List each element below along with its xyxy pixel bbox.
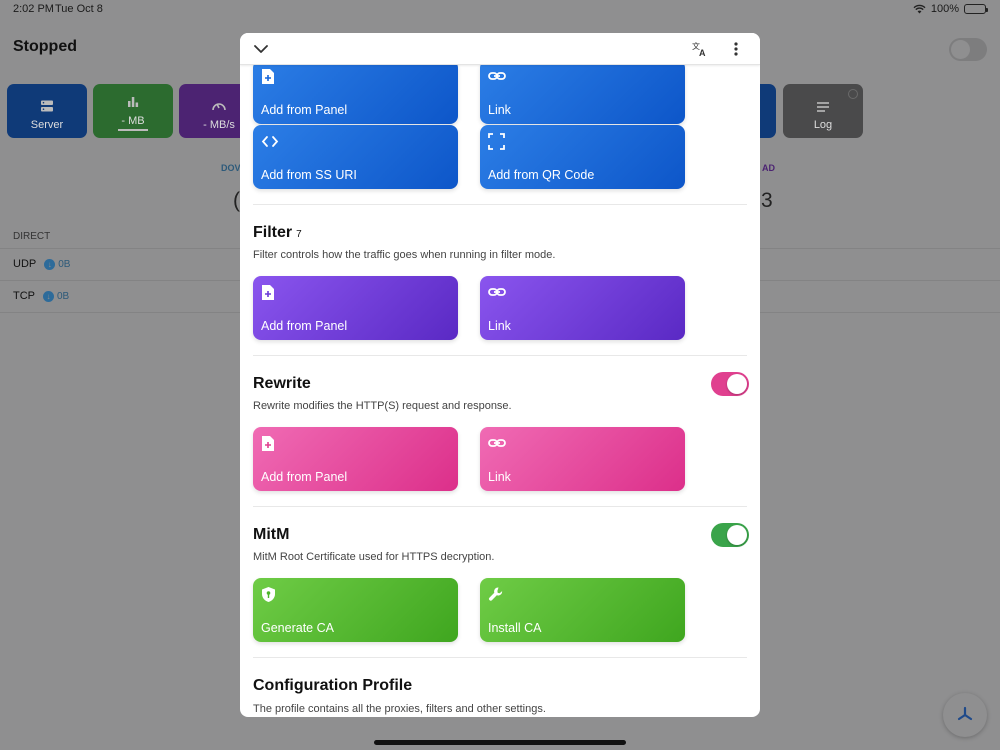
server-add-from-qr-code-button[interactable]: Add from QR Code (480, 125, 685, 189)
server-link-button[interactable]: Link (480, 60, 685, 124)
direct-section-header: DIRECT (13, 231, 51, 242)
speedometer-icon (212, 103, 226, 111)
button-label: Add from Panel (261, 103, 348, 117)
more-vertical-icon[interactable] (734, 41, 738, 57)
rewrite-toggle[interactable] (711, 372, 749, 396)
code-icon (261, 136, 279, 147)
file-plus-icon (262, 285, 274, 300)
battery-icon (964, 4, 988, 14)
filter-count: 7 (296, 229, 302, 240)
filter-link-button[interactable]: Link (480, 276, 685, 340)
mitm-toggle[interactable] (711, 523, 749, 547)
server-add-from-ss-uri-button[interactable]: Add from SS URI (253, 125, 458, 189)
protocol-amount: 0B (58, 258, 71, 270)
status-date: Tue Oct 8 (55, 3, 103, 15)
bar-chart-icon (128, 97, 139, 107)
link-icon (488, 72, 506, 80)
wrench-icon (488, 587, 503, 601)
button-label: Link (488, 470, 511, 484)
list-item[interactable]: TCP ↓ 0B (13, 290, 69, 302)
sheet-scroll-content[interactable]: Add from Panel Link Add from SS URI Add … (240, 33, 760, 717)
connection-status-title: Stopped (13, 38, 77, 55)
divider (0, 280, 240, 281)
section-divider (253, 204, 747, 205)
divider (0, 248, 240, 249)
button-label: Install CA (488, 621, 542, 635)
link-icon (488, 288, 506, 296)
battery-percent: 100% (930, 3, 959, 15)
shield-key-icon (262, 587, 275, 602)
link-icon (488, 439, 506, 447)
status-time: 2:02 PM (13, 3, 54, 15)
translate-icon[interactable]: 文A (691, 40, 709, 58)
download-label: DOV (221, 163, 241, 173)
filter-section-title: Filter 7 (253, 224, 302, 242)
download-value: ( (233, 189, 240, 212)
mitm-section-title: MitM (253, 526, 290, 543)
download-arrow-icon: ↓ (44, 258, 56, 270)
settings-sheet: 文A Add from Panel Link Add from SS URI A… (240, 33, 760, 717)
record-icon (848, 89, 858, 99)
button-label: Add from QR Code (488, 168, 595, 182)
traffic-tile-label: - MB (121, 115, 145, 127)
divider (760, 312, 1000, 313)
mitm-description: MitM Root Certificate used for HTTPS dec… (253, 551, 495, 563)
server-tile-label: Server (30, 119, 64, 131)
log-lines-icon (817, 102, 829, 112)
install-ca-button[interactable]: Install CA (480, 578, 685, 642)
button-label: Link (488, 103, 511, 117)
protocol-label: TCP (13, 290, 35, 302)
download-arrow-icon: ↓ (43, 290, 54, 302)
speed-tile-label: - MB/s (203, 119, 235, 131)
button-label: Generate CA (261, 621, 334, 635)
divider (760, 280, 1000, 281)
qr-scan-icon (488, 133, 505, 150)
button-label: Link (488, 319, 511, 333)
svg-text:A: A (699, 48, 706, 58)
upload-value: 3 (761, 189, 773, 212)
generate-ca-button[interactable]: Generate CA (253, 578, 458, 642)
rewrite-link-button[interactable]: Link (480, 427, 685, 491)
sheet-header: 文A (240, 33, 760, 65)
server-tile[interactable]: Server (7, 84, 87, 138)
status-bar: 2:02 PM Tue Oct 8 100% (0, 0, 1000, 20)
log-tile-label: Log (813, 119, 833, 131)
upload-label: AD (762, 163, 775, 173)
section-divider (253, 506, 747, 507)
button-label: Add from SS URI (261, 168, 357, 182)
file-plus-icon (262, 436, 274, 451)
profile-description: The profile contains all the proxies, fi… (253, 703, 546, 715)
list-item[interactable]: UDP ↓ 0B (13, 258, 70, 270)
file-plus-icon (262, 69, 274, 84)
section-divider (253, 355, 747, 356)
server-add-from-panel-button[interactable]: Add from Panel (253, 60, 458, 124)
protocol-amount: 0B (57, 290, 70, 302)
filter-title-text: Filter (253, 224, 293, 241)
traffic-tile[interactable]: - MB (93, 84, 173, 138)
protocol-label: UDP (13, 258, 37, 270)
rewrite-section-title: Rewrite (253, 375, 311, 392)
divider (760, 248, 1000, 249)
divider (0, 312, 240, 313)
chevron-down-icon[interactable] (253, 41, 269, 57)
rewrite-description: Rewrite modifies the HTTP(S) request and… (253, 400, 512, 412)
log-tile[interactable]: Log (783, 84, 863, 138)
rewrite-add-from-panel-button[interactable]: Add from Panel (253, 427, 458, 491)
filter-description: Filter controls how the traffic goes whe… (253, 249, 556, 261)
wifi-icon (913, 4, 926, 14)
filter-add-from-panel-button[interactable]: Add from Panel (253, 276, 458, 340)
section-divider (253, 657, 747, 658)
fan-icon (957, 706, 973, 721)
home-indicator (374, 740, 626, 745)
button-label: Add from Panel (261, 470, 348, 484)
floating-action-button[interactable] (943, 693, 987, 737)
profile-section-title: Configuration Profile (253, 677, 413, 694)
server-icon (41, 100, 53, 112)
connection-toggle[interactable] (949, 38, 987, 61)
button-label: Add from Panel (261, 319, 348, 333)
